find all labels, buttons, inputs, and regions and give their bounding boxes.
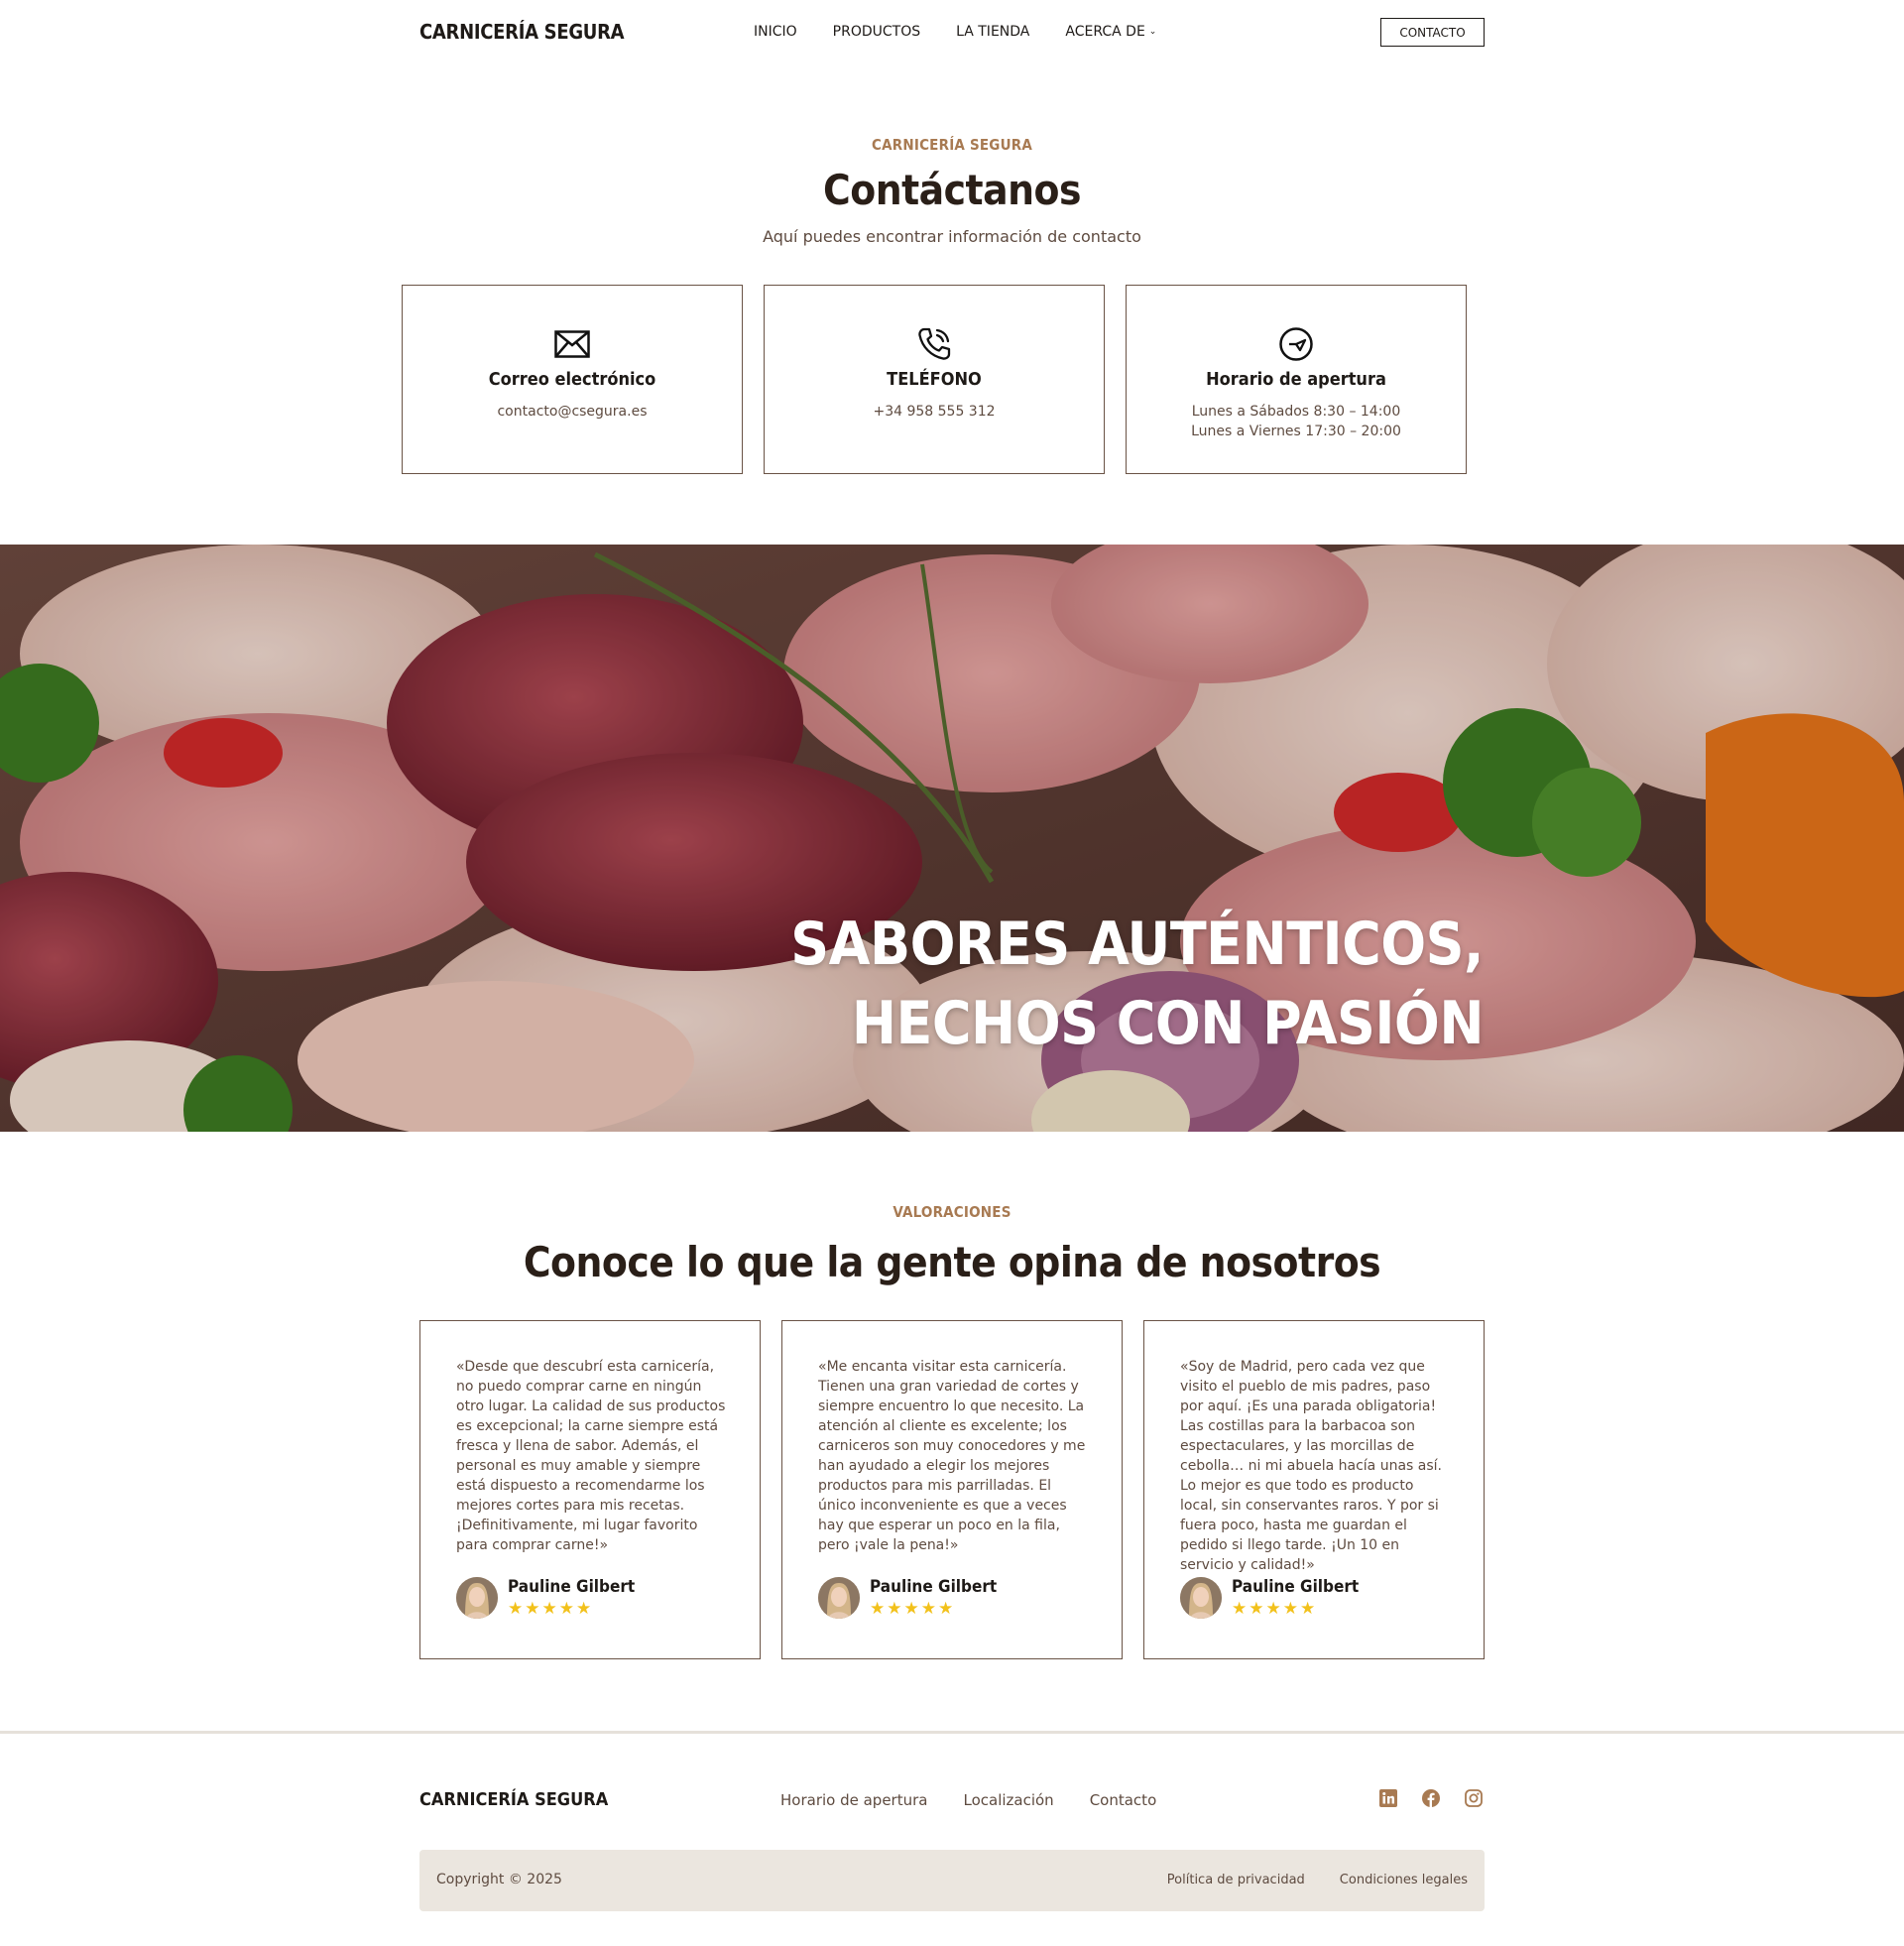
contact-button[interactable]: CONTACTO (1380, 18, 1485, 47)
footer-link-horario[interactable]: Horario de apertura (780, 1791, 927, 1809)
reviews-eyebrow: VALORACIONES (892, 1203, 1012, 1221)
footer-bottom-bar: Copyright © 2025 Política de privacidad … (419, 1850, 1485, 1911)
review-text: «Me encanta visitar esta carnicería. Tie… (818, 1359, 1086, 1553)
chevron-down-icon: ⌄ (1148, 27, 1157, 37)
social-links (1378, 1788, 1484, 1808)
clock-icon (1277, 325, 1315, 363)
star-icon: ★ (887, 1599, 902, 1619)
email-address[interactable]: contacto@csegura.es (497, 402, 647, 422)
star-icon: ★ (1265, 1599, 1281, 1619)
avatar (456, 1577, 498, 1619)
star-icon: ★ (541, 1599, 557, 1619)
review-card: «Desde que descubrí esta carnicería, no … (419, 1320, 761, 1659)
star-icon: ★ (938, 1599, 954, 1619)
footer-divider (0, 1731, 1904, 1734)
hours-line: Lunes a Viernes 17:30 – 20:00 (1191, 424, 1401, 439)
hero-line-2: HECHOS CON PASIÓN (851, 989, 1485, 1058)
star-rating: ★ ★ ★ ★ ★ (870, 1601, 997, 1618)
legal-conditions-link[interactable]: Condiciones legales (1340, 1873, 1468, 1887)
footer-link-localizacion[interactable]: Localización (963, 1791, 1053, 1809)
phone-number[interactable]: +34 958 555 312 (873, 402, 995, 422)
hero-line-1: SABORES AUTÉNTICOS, (790, 910, 1484, 979)
hours-line: Lunes a Sábados 8:30 – 14:00 (1191, 404, 1401, 420)
reviews-list: «Desde que descubrí esta carnicería, no … (419, 1320, 1485, 1659)
review-author: Pauline Gilbert ★ ★ ★ ★ ★ (818, 1577, 997, 1619)
review-card: «Soy de Madrid, pero cada vez que visito… (1143, 1320, 1485, 1659)
avatar (1180, 1577, 1222, 1619)
star-icon: ★ (1300, 1599, 1316, 1619)
nav-inicio[interactable]: INICIO (754, 24, 797, 40)
star-icon: ★ (558, 1599, 574, 1619)
star-icon: ★ (1249, 1599, 1264, 1619)
nav-productos[interactable]: PRODUCTOS (833, 24, 920, 40)
author-name: Pauline Gilbert (1232, 1577, 1360, 1597)
site-header: CARNICERÍA SEGURA INICIO PRODUCTOS LA TI… (0, 0, 1904, 65)
instagram-icon[interactable] (1464, 1788, 1484, 1808)
review-text: «Soy de Madrid, pero cada vez que visito… (1180, 1359, 1442, 1573)
envelope-icon (553, 325, 591, 363)
review-card: «Me encanta visitar esta carnicería. Tie… (781, 1320, 1123, 1659)
star-icon: ★ (920, 1599, 936, 1619)
hours-text: Lunes a Sábados 8:30 – 14:00 Lunes a Vie… (1191, 402, 1401, 441)
hours-card: Horario de apertura Lunes a Sábados 8:30… (1126, 285, 1467, 474)
nav-la-tienda[interactable]: LA TIENDA (956, 24, 1029, 40)
facebook-icon[interactable] (1421, 1788, 1441, 1808)
card-title: TELÉFONO (887, 369, 982, 390)
star-icon: ★ (1282, 1599, 1298, 1619)
star-rating: ★ ★ ★ ★ ★ (1232, 1601, 1359, 1618)
star-icon: ★ (525, 1599, 540, 1619)
review-author: Pauline Gilbert ★ ★ ★ ★ ★ (456, 1577, 635, 1619)
author-name: Pauline Gilbert (508, 1577, 636, 1597)
page: CARNICERÍA SEGURA INICIO PRODUCTOS LA TI… (0, 0, 1904, 1946)
main-nav: INICIO PRODUCTOS LA TIENDA ACERCA DE ⌄ (754, 24, 1156, 40)
card-title: Correo electrónico (488, 369, 656, 390)
star-icon: ★ (903, 1599, 919, 1619)
star-icon: ★ (508, 1599, 524, 1619)
footer-nav: Horario de apertura Localización Contact… (780, 1791, 1156, 1809)
review-author: Pauline Gilbert ★ ★ ★ ★ ★ (1180, 1577, 1359, 1619)
star-icon: ★ (576, 1599, 592, 1619)
contact-title: Contáctanos (823, 166, 1081, 214)
footer-link-contacto[interactable]: Contacto (1090, 1791, 1157, 1809)
site-logo[interactable]: CARNICERÍA SEGURA (419, 20, 625, 44)
reviews-title: Conoce lo que la gente opina de nosotros (523, 1238, 1381, 1286)
hero-headline: SABORES AUTÉNTICOS, HECHOS CON PASIÓN (790, 905, 1484, 1063)
legal-links: Política de privacidad Condiciones legal… (1167, 1873, 1468, 1887)
nav-acerca-de[interactable]: ACERCA DE ⌄ (1065, 24, 1156, 40)
email-card: Correo electrónico contacto@csegura.es (402, 285, 743, 474)
privacy-policy-link[interactable]: Política de privacidad (1167, 1873, 1305, 1887)
card-title: Horario de apertura (1206, 369, 1386, 390)
avatar (818, 1577, 860, 1619)
contact-eyebrow: CARNICERÍA SEGURA (872, 136, 1032, 154)
star-rating: ★ ★ ★ ★ ★ (508, 1601, 635, 1618)
footer-logo[interactable]: CARNICERÍA SEGURA (419, 1789, 608, 1810)
copyright: Copyright © 2025 (436, 1872, 562, 1887)
hero-banner: SABORES AUTÉNTICOS, HECHOS CON PASIÓN (0, 545, 1904, 1132)
contact-cards: Correo electrónico contacto@csegura.es T… (402, 285, 1467, 474)
phone-icon (915, 325, 953, 363)
contact-subtitle: Aquí puedes encontrar información de con… (763, 227, 1141, 246)
review-text: «Desde que descubrí esta carnicería, no … (456, 1359, 726, 1553)
star-icon: ★ (870, 1599, 886, 1619)
star-icon: ★ (1232, 1599, 1248, 1619)
linkedin-icon[interactable] (1378, 1788, 1398, 1808)
phone-card: TELÉFONO +34 958 555 312 (764, 285, 1105, 474)
author-name: Pauline Gilbert (870, 1577, 998, 1597)
